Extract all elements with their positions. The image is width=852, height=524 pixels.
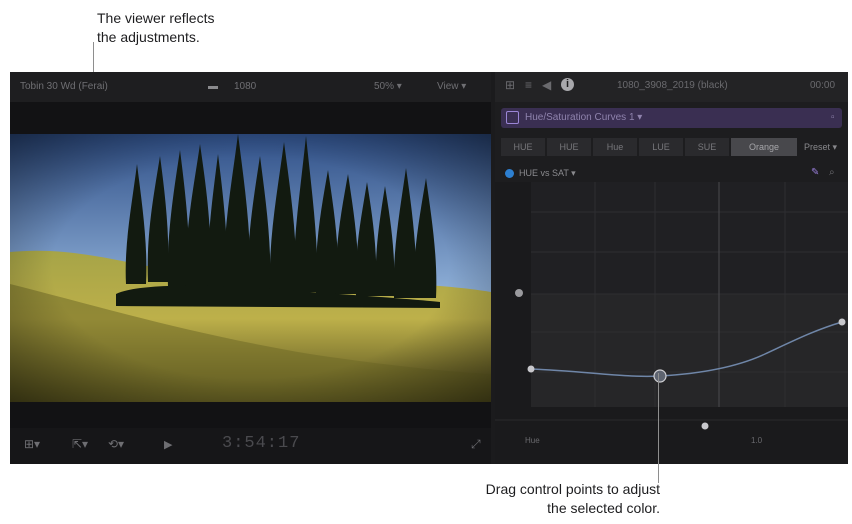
fullscreen-icon[interactable]: ⤢ (471, 437, 481, 452)
viewer-callout-line-1: The viewer reflects (97, 10, 215, 26)
inspector-toolbar: ⊞ ≡ ◀ i 1080_3908_2019 (black) 00:00 (495, 72, 848, 102)
control-point-callout-line-1: Drag control points to adjust (485, 481, 660, 497)
tab-orange[interactable]: Orange (731, 138, 797, 156)
control-point-callout: Drag control points to adjust the select… (0, 480, 660, 518)
eyedropper-icon[interactable]: ✎ (811, 167, 819, 178)
retime-menu-icon[interactable]: ⟲▾ (108, 437, 124, 451)
transform-tool-icon[interactable]: ⇱▾ (72, 437, 88, 451)
tab-hue-vs-luma[interactable]: Hue (593, 138, 637, 156)
viewer-panel: Tobin 30 Wd (Ferai) ▬ 1080 50% ▾ View ▾ (10, 72, 491, 464)
value-readout: 1.0 (751, 436, 763, 445)
curve-name-menu[interactable]: HUE vs SAT ▾ (519, 168, 576, 179)
hue-readout: Hue (525, 436, 540, 445)
tab-sat-vs-sat[interactable]: SUE (685, 138, 729, 156)
tab-hue-vs-hue[interactable]: HUE (501, 138, 545, 156)
range-handle (701, 422, 709, 430)
timecode-display: 3:54:17 (222, 434, 301, 453)
curve-header: HUE vs SAT ▾ ✎ ⌕ (501, 166, 842, 182)
viewer-callout-line-2: the adjustments. (97, 29, 200, 45)
tab-hue-vs-sat[interactable]: HUE (547, 138, 591, 156)
control-point-callout-leader (658, 373, 659, 483)
preset-menu[interactable]: Preset ▾ (804, 138, 837, 156)
color-inspector-icon[interactable]: ≡ (525, 78, 532, 92)
video-inspector-icon[interactable]: ⊞ (505, 78, 515, 92)
curve-control-point-selected (653, 369, 667, 383)
color-inspector: ⊞ ≡ ◀ i 1080_3908_2019 (black) 00:00 Hue… (495, 72, 848, 464)
film-icon: ▬ (208, 81, 218, 92)
saturation-handle (515, 289, 523, 297)
effect-name-menu[interactable]: Hue/Saturation Curves 1 ▾ (525, 112, 642, 123)
effect-selector[interactable]: Hue/Saturation Curves 1 ▾ ▫ (501, 108, 842, 128)
zoom-menu-button[interactable]: 50% ▾ (374, 81, 402, 92)
inspector-duration: 00:00 (810, 80, 836, 91)
viewer-frame (10, 134, 491, 402)
viewer-controls: ⊞▾ ⇱▾ ⟲▾ ▶ 3:54:17 ⤢ (10, 428, 491, 464)
curve-enable-icon[interactable] (505, 169, 514, 178)
info-icon[interactable]: i (561, 78, 574, 91)
curve-control-point-left (527, 365, 535, 373)
inspector-clip-name: 1080_3908_2019 (black) (617, 80, 728, 91)
effect-end-icon[interactable]: ▫ (831, 112, 835, 123)
curve-tabs: HUE HUE Hue LUE SUE Orange Preset ▾ (501, 138, 842, 156)
final-cut-window: Tobin 30 Wd (Ferai) ▬ 1080 50% ▾ View ▾ (10, 72, 848, 464)
layout-menu-icon[interactable]: ⊞▾ (24, 437, 40, 451)
view-menu-button[interactable]: View ▾ (437, 81, 466, 92)
tab-luma-vs-sat[interactable]: LUE (639, 138, 683, 156)
zoom-icon[interactable]: ⌕ (829, 167, 835, 178)
viewer-toolbar: Tobin 30 Wd (Ferai) ▬ 1080 50% ▾ View ▾ (10, 72, 491, 102)
hue-vs-sat-curve-graph[interactable]: Hue 1.0 (495, 182, 848, 464)
control-point-callout-line-2: the selected color. (547, 500, 660, 516)
viewer-title: Tobin 30 Wd (Ferai) (20, 81, 108, 92)
curve-control-point-right (838, 318, 846, 326)
viewer-clip-name: 1080 (234, 81, 257, 92)
effect-icon (506, 111, 519, 124)
play-icon[interactable]: ▶ (164, 438, 172, 451)
viewer-callout: The viewer reflects the adjustments. (97, 9, 214, 47)
audio-inspector-icon[interactable]: ◀ (542, 78, 551, 92)
